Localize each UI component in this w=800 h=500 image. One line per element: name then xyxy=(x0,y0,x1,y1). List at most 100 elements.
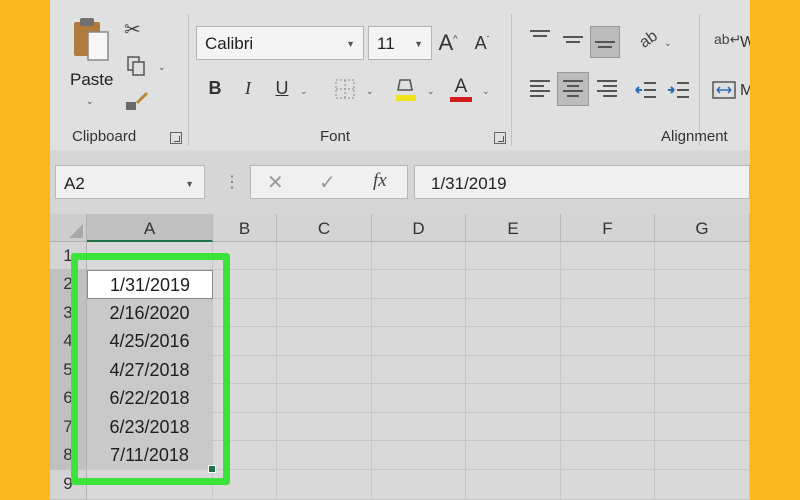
cell-g7[interactable] xyxy=(655,413,750,441)
ribbon: Paste ⌄ ✂ ⌄ Clipboard Calibri ▼ 11 ▼ A^ … xyxy=(50,0,750,151)
merge-center-icon[interactable] xyxy=(712,80,736,100)
cell-g3[interactable] xyxy=(655,299,750,327)
decrease-indent-icon[interactable] xyxy=(634,80,658,100)
cell-g6[interactable] xyxy=(655,384,750,413)
copy-dropdown-icon[interactable]: ⌄ xyxy=(158,62,166,73)
column-header-b[interactable]: B xyxy=(213,214,277,242)
column-header-g[interactable]: G xyxy=(655,214,750,242)
font-size-dropdown[interactable]: 11 ▼ xyxy=(368,26,432,60)
cell-f2[interactable] xyxy=(561,270,655,299)
paste-label: Paste xyxy=(70,70,114,89)
column-header-a[interactable]: A xyxy=(87,214,213,242)
cell-g2[interactable] xyxy=(655,270,750,299)
fill-handle[interactable] xyxy=(208,465,216,473)
cell-g9[interactable] xyxy=(655,470,750,500)
cell-c7[interactable] xyxy=(277,413,372,441)
insert-function-icon[interactable]: fx xyxy=(373,170,387,192)
cell-e3[interactable] xyxy=(466,299,561,327)
middle-align-icon[interactable] xyxy=(563,36,583,46)
formula-input[interactable]: 1/31/2019 xyxy=(414,165,750,199)
cell-d8[interactable] xyxy=(372,441,466,470)
bottom-align-icon xyxy=(595,41,615,51)
cell-e8[interactable] xyxy=(466,441,561,470)
cell-f6[interactable] xyxy=(561,384,655,413)
align-right-icon[interactable] xyxy=(597,80,617,100)
font-color-icon[interactable]: A xyxy=(449,76,473,102)
bottom-align-button[interactable] xyxy=(590,26,620,58)
format-painter-icon[interactable] xyxy=(124,88,150,112)
cell-e4[interactable] xyxy=(466,327,561,356)
cell-g8[interactable] xyxy=(655,441,750,470)
cell-g1[interactable] xyxy=(655,242,750,270)
increase-indent-icon[interactable] xyxy=(667,80,691,100)
italic-button[interactable]: I xyxy=(236,78,260,99)
column-header-e[interactable]: E xyxy=(466,214,561,242)
cell-d7[interactable] xyxy=(372,413,466,441)
enter-icon[interactable]: ✓ xyxy=(319,170,336,195)
font-launcher-icon[interactable] xyxy=(494,132,506,144)
cell-e1[interactable] xyxy=(466,242,561,270)
column-header-f[interactable]: F xyxy=(561,214,655,242)
cut-icon[interactable]: ✂ xyxy=(124,20,141,40)
align-center-icon xyxy=(563,80,583,100)
bold-button[interactable]: B xyxy=(203,78,227,99)
select-all-button[interactable] xyxy=(50,214,87,242)
cell-c8[interactable] xyxy=(277,441,372,470)
cancel-icon[interactable]: ✕ xyxy=(267,170,284,195)
fill-color-dropdown-icon[interactable]: ⌄ xyxy=(427,86,435,97)
cell-e5[interactable] xyxy=(466,356,561,384)
orientation-dropdown-icon[interactable]: ⌄ xyxy=(664,38,672,49)
cell-f1[interactable] xyxy=(561,242,655,270)
cell-f9[interactable] xyxy=(561,470,655,500)
decrease-font-size-icon[interactable]: Aˇ xyxy=(470,33,494,54)
cell-c4[interactable] xyxy=(277,327,372,356)
clipboard-launcher-icon[interactable] xyxy=(170,132,182,144)
borders-dropdown-icon[interactable]: ⌄ xyxy=(366,86,374,97)
cell-c6[interactable] xyxy=(277,384,372,413)
cell-d3[interactable] xyxy=(372,299,466,327)
cell-f5[interactable] xyxy=(561,356,655,384)
formula-value: 1/31/2019 xyxy=(431,174,507,193)
copy-icon[interactable] xyxy=(126,55,148,77)
cell-g5[interactable] xyxy=(655,356,750,384)
cell-c5[interactable] xyxy=(277,356,372,384)
underline-button[interactable]: U xyxy=(270,78,294,99)
cell-d6[interactable] xyxy=(372,384,466,413)
fill-color-icon[interactable] xyxy=(394,76,418,102)
cell-c2[interactable] xyxy=(277,270,372,299)
cell-e6[interactable] xyxy=(466,384,561,413)
align-center-button[interactable] xyxy=(557,72,589,106)
cell-e9[interactable] xyxy=(466,470,561,500)
cell-d5[interactable] xyxy=(372,356,466,384)
cell-d9[interactable] xyxy=(372,470,466,500)
increase-font-size-icon[interactable]: A^ xyxy=(436,30,460,56)
cell-f3[interactable] xyxy=(561,299,655,327)
align-left-icon[interactable] xyxy=(530,80,550,100)
more-options-icon[interactable]: ⋮ xyxy=(224,172,240,192)
cell-d4[interactable] xyxy=(372,327,466,356)
orientation-icon[interactable]: ab xyxy=(636,28,660,52)
cell-d1[interactable] xyxy=(372,242,466,270)
cell-e7[interactable] xyxy=(466,413,561,441)
wrap-text-icon[interactable]: ab↵ xyxy=(714,32,741,46)
cell-f8[interactable] xyxy=(561,441,655,470)
underline-dropdown-icon[interactable]: ⌄ xyxy=(300,86,308,97)
font-family-dropdown[interactable]: Calibri ▼ xyxy=(196,26,364,60)
column-header-c[interactable]: C xyxy=(277,214,372,242)
cell-c3[interactable] xyxy=(277,299,372,327)
cell-c1[interactable] xyxy=(277,242,372,270)
cell-d2[interactable] xyxy=(372,270,466,299)
cell-g4[interactable] xyxy=(655,327,750,356)
cell-f7[interactable] xyxy=(561,413,655,441)
paste-button[interactable]: Paste ⌄ xyxy=(66,16,116,110)
font-color-dropdown-icon[interactable]: ⌄ xyxy=(482,86,490,97)
name-box[interactable]: A2 ▼ xyxy=(55,165,205,199)
formula-actions: ✕ ✓ fx xyxy=(250,165,408,199)
cell-e2[interactable] xyxy=(466,270,561,299)
cell-c9[interactable] xyxy=(277,470,372,500)
top-align-icon[interactable] xyxy=(530,30,550,40)
column-header-d[interactable]: D xyxy=(372,214,466,242)
borders-icon[interactable] xyxy=(334,78,356,100)
cell-f4[interactable] xyxy=(561,327,655,356)
paste-dropdown-icon[interactable]: ⌄ xyxy=(86,96,94,107)
